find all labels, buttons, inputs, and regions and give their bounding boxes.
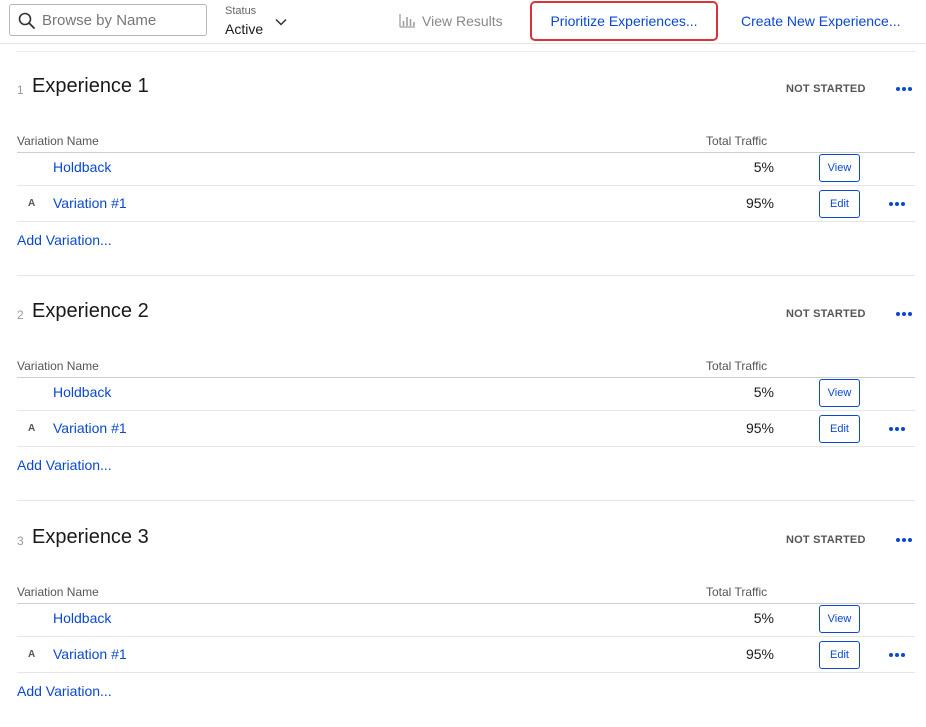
search-icon	[18, 12, 35, 29]
more-dots-icon[interactable]	[889, 424, 905, 434]
variation-name-link[interactable]: Variation #1	[53, 420, 127, 436]
prioritize-experiences-button[interactable]: Prioritize Experiences...	[530, 1, 718, 41]
variation-prefix: A	[28, 198, 36, 209]
add-variation-link[interactable]: Add Variation...	[17, 683, 112, 699]
view-results-label: View Results	[422, 13, 503, 29]
experience-card: 3 Experience 3 NOT STARTED Variation Nam…	[0, 507, 926, 727]
traffic-value: 5%	[753, 384, 774, 400]
status-badge: NOT STARTED	[786, 534, 866, 546]
status-dropdown[interactable]: Status Active	[225, 5, 295, 39]
column-header-total-traffic: Total Traffic	[706, 134, 768, 148]
experience-title: Experience 3	[32, 526, 149, 548]
experience-number: 1	[17, 83, 24, 97]
experience-number: 3	[17, 534, 24, 548]
search-input[interactable]	[42, 10, 202, 30]
status-badge: NOT STARTED	[786, 308, 866, 320]
column-header-variation-name: Variation Name	[17, 585, 99, 599]
status-badge: NOT STARTED	[786, 83, 866, 95]
table-row: Holdback 5% View	[17, 375, 915, 411]
add-variation-link[interactable]: Add Variation...	[17, 232, 112, 248]
view-button[interactable]: View	[819, 379, 860, 407]
traffic-value: 5%	[753, 610, 774, 626]
more-dots-icon[interactable]	[896, 535, 912, 545]
variation-prefix: A	[28, 423, 36, 434]
edit-button[interactable]: Edit	[819, 415, 860, 443]
table-row: Holdback 5% View	[17, 150, 915, 186]
table-row: A Variation #1 95% Edit	[17, 186, 915, 222]
edit-button[interactable]: Edit	[819, 190, 860, 218]
variation-name-link[interactable]: Holdback	[53, 159, 111, 175]
table-row: Holdback 5% View	[17, 601, 915, 637]
experience-card: 1 Experience 1 NOT STARTED Variation Nam…	[0, 56, 926, 276]
divider	[17, 51, 915, 52]
experience-title: Experience 1	[32, 75, 149, 97]
experience-title: Experience 2	[32, 300, 149, 322]
more-dots-icon[interactable]	[896, 84, 912, 94]
view-button[interactable]: View	[819, 154, 860, 182]
traffic-value: 95%	[745, 195, 774, 211]
toolbar: Status Active View Results Prioritize Ex…	[0, 0, 926, 44]
view-results-button[interactable]: View Results	[399, 13, 503, 29]
divider	[17, 500, 915, 501]
column-header-variation-name: Variation Name	[17, 134, 99, 148]
view-button[interactable]: View	[819, 605, 860, 633]
chevron-down-icon	[275, 18, 287, 26]
divider	[17, 275, 915, 276]
table-row: A Variation #1 95% Edit	[17, 411, 915, 447]
table-row: A Variation #1 95% Edit	[17, 637, 915, 673]
column-header-total-traffic: Total Traffic	[706, 359, 768, 373]
experience-card: 2 Experience 2 NOT STARTED Variation Nam…	[0, 281, 926, 501]
experience-number: 2	[17, 308, 24, 322]
more-dots-icon[interactable]	[889, 199, 905, 209]
variation-name-link[interactable]: Holdback	[53, 610, 111, 626]
add-variation-link[interactable]: Add Variation...	[17, 457, 112, 473]
column-header-variation-name: Variation Name	[17, 359, 99, 373]
status-label: Status	[225, 5, 257, 17]
bar-chart-icon	[399, 14, 415, 28]
edit-button[interactable]: Edit	[819, 641, 860, 669]
more-dots-icon[interactable]	[889, 650, 905, 660]
status-value: Active	[225, 21, 264, 37]
variation-prefix: A	[28, 649, 36, 660]
search-box[interactable]	[9, 4, 207, 36]
more-dots-icon[interactable]	[896, 309, 912, 319]
create-new-experience-button[interactable]: Create New Experience...	[741, 13, 901, 29]
variation-name-link[interactable]: Variation #1	[53, 646, 127, 662]
variation-name-link[interactable]: Variation #1	[53, 195, 127, 211]
traffic-value: 5%	[753, 159, 774, 175]
variation-name-link[interactable]: Holdback	[53, 384, 111, 400]
column-header-total-traffic: Total Traffic	[706, 585, 768, 599]
traffic-value: 95%	[745, 420, 774, 436]
traffic-value: 95%	[745, 646, 774, 662]
